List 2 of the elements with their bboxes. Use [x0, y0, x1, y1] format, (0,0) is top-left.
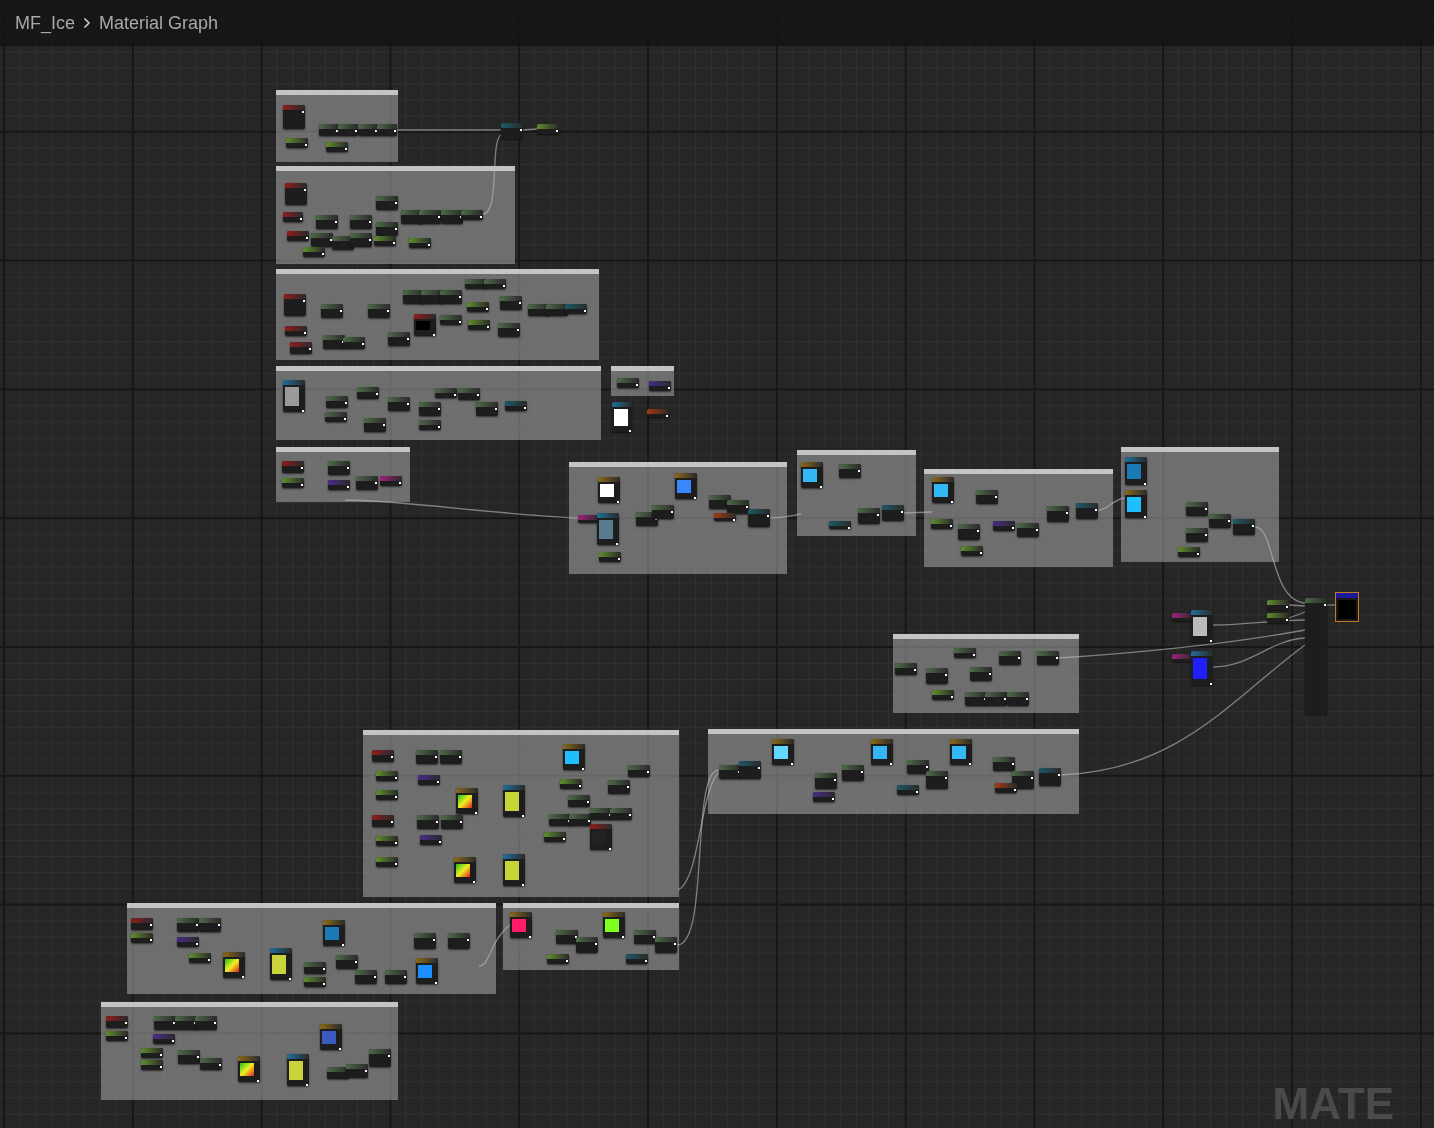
breadcrumb-graph[interactable]: Material Graph: [99, 9, 219, 37]
breadcrumb-asset[interactable]: MF_Ice: [15, 9, 75, 37]
